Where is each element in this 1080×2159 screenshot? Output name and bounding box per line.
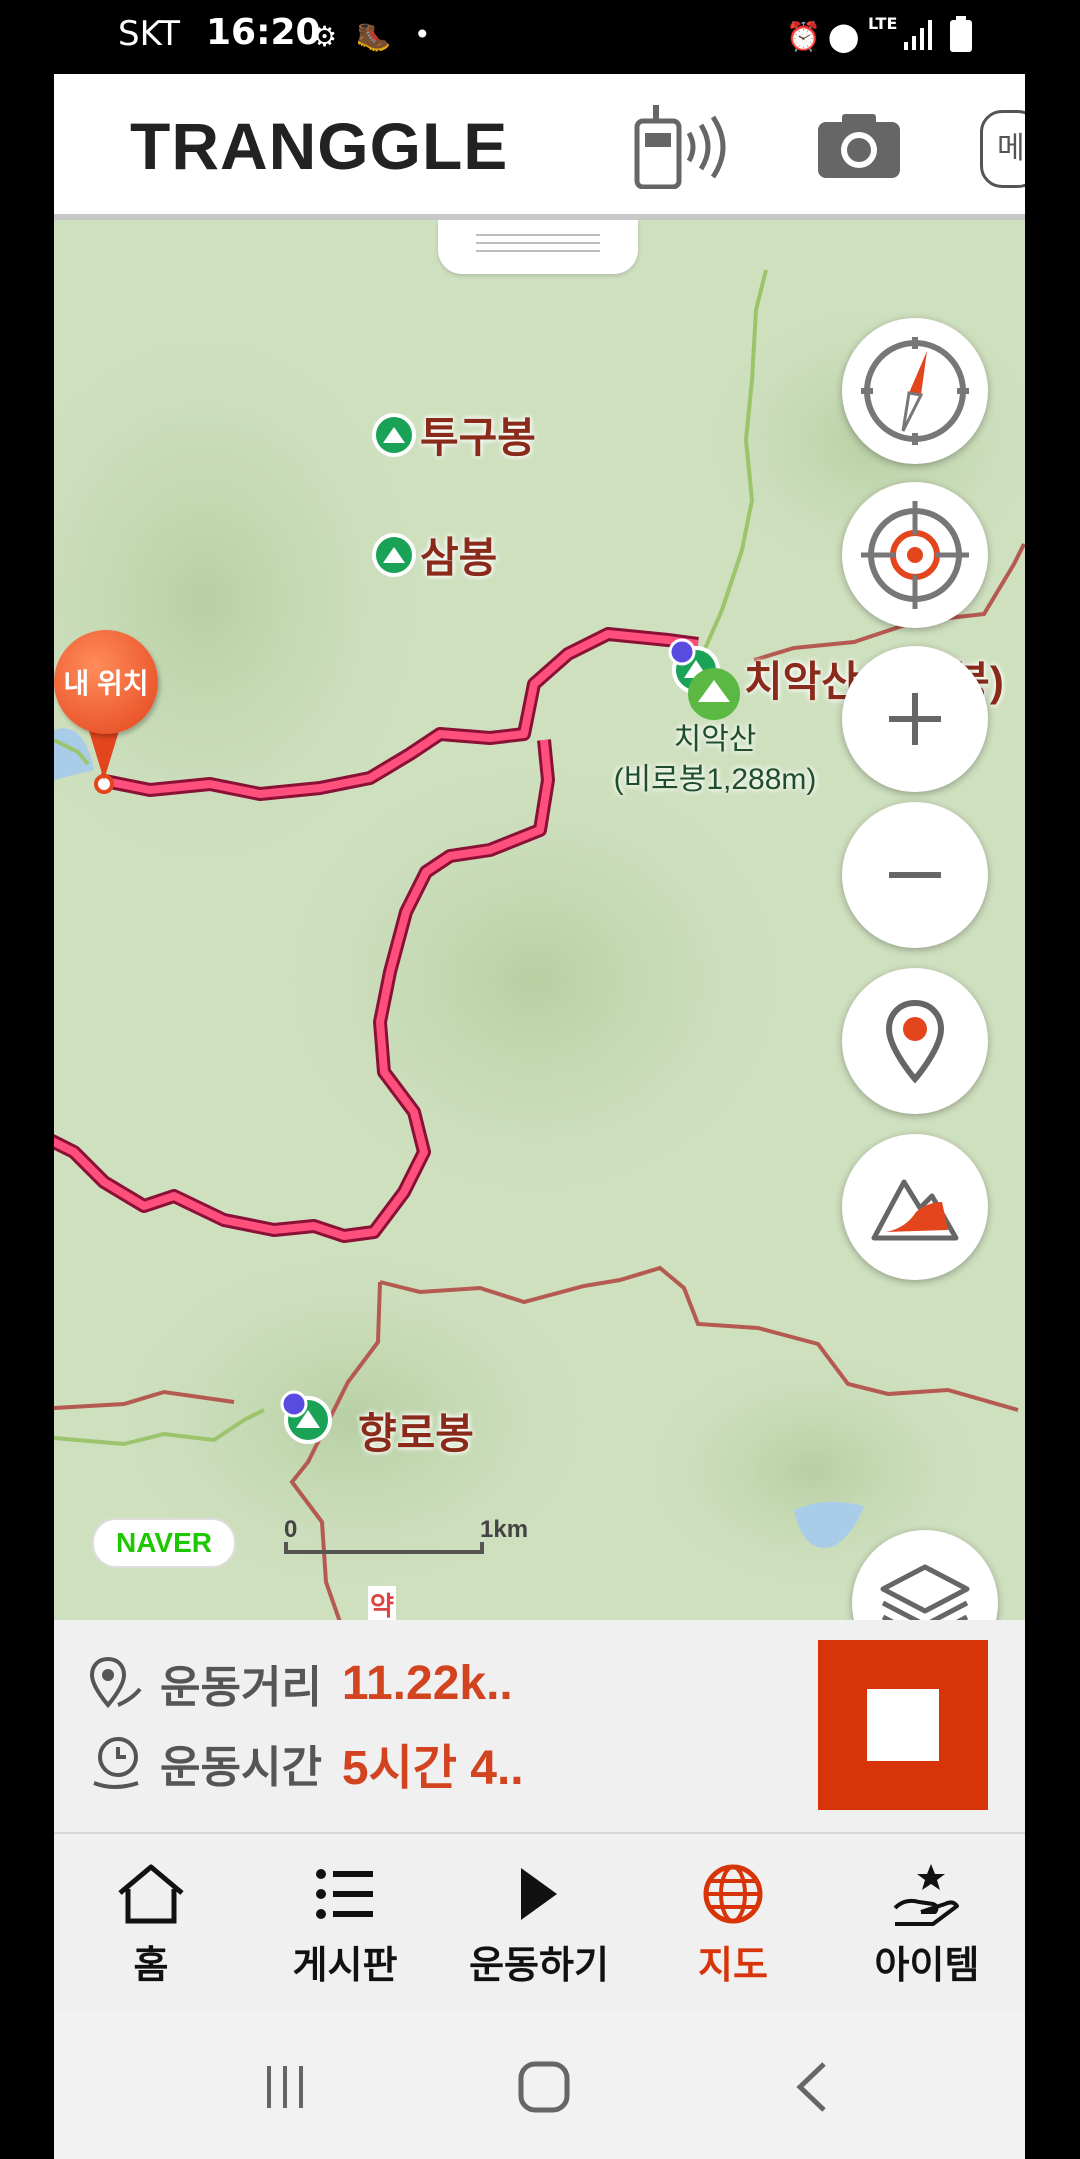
place-name: 향로봉 xyxy=(358,1410,474,1457)
back-button[interactable] xyxy=(772,2052,852,2122)
distance-icon xyxy=(89,1656,142,1709)
workout-stats-panel: 운동거리 11.22k.. 운동시간 5시간 4.. xyxy=(54,1620,1025,1834)
globe-icon xyxy=(703,1864,763,1924)
zoom-in-button[interactable] xyxy=(842,646,988,792)
elevation-profile-icon xyxy=(871,1179,959,1241)
recent-apps-icon xyxy=(267,2066,303,2108)
app-logo: TRANGGLE xyxy=(130,109,509,183)
zoom-in-icon xyxy=(889,693,941,745)
clock-pin-icon xyxy=(93,1737,139,1789)
clock: 16:20 xyxy=(206,12,321,53)
app-header: TRANGGLE 메 xyxy=(54,74,1025,220)
tab-items[interactable]: 아이템 xyxy=(830,1834,1024,2012)
tab-label: 게시판 xyxy=(292,1945,398,1987)
compass-icon xyxy=(861,337,969,445)
tab-map[interactable]: 지도 xyxy=(636,1834,830,2012)
system-nav-bar xyxy=(54,2012,1025,2159)
scale-end: 1km xyxy=(480,1516,529,1543)
map-drawer-handle[interactable] xyxy=(438,220,638,274)
tab-board[interactable]: 게시판 xyxy=(248,1834,442,2012)
time-row: 운동시간 5시간 4.. xyxy=(88,1728,524,1798)
place-label[interactable]: 투구봉 xyxy=(372,404,536,465)
tab-workout[interactable]: 운동하기 xyxy=(442,1834,636,2012)
mountain-icon xyxy=(372,532,416,577)
walkie-talkie-button[interactable] xyxy=(628,96,738,196)
home-nav-icon xyxy=(518,2061,570,2113)
peak-elevation: (비로봉1,288m) xyxy=(613,763,817,796)
camera-button[interactable] xyxy=(804,96,914,196)
status-bar: SKT 16:20 ⚙ 🥾 • ⏰ ⬤ LTE xyxy=(0,0,1080,74)
distance-label: 운동거리 xyxy=(160,1663,322,1712)
peak-elevation-label: 치악산 (비로봉1,288m) xyxy=(610,720,820,800)
locate-button[interactable] xyxy=(842,482,988,628)
map-view[interactable]: 투구봉 삼봉 치악산(비로봉) 치악산 (비로봉1,288m) 향로봉 약 내 … xyxy=(54,220,1025,1620)
alarm-icon: ⏰ xyxy=(786,20,821,53)
walkie-talkie-icon xyxy=(634,105,726,189)
carrier-name: SKT xyxy=(118,14,181,54)
bottom-tab-bar: 홈 게시판 운동하기 지도 아이템 xyxy=(54,1834,1025,2012)
tab-home[interactable]: 홈 xyxy=(54,1834,248,2012)
menu-button[interactable]: 메 xyxy=(980,110,1025,188)
home-icon xyxy=(118,1864,184,1924)
mountain-icon xyxy=(372,412,416,457)
camera-icon xyxy=(818,114,900,178)
trail-marker: 약 xyxy=(368,1586,396,1620)
stop-icon xyxy=(867,1689,939,1761)
tab-label: 운동하기 xyxy=(469,1945,609,1987)
home-nav-button[interactable] xyxy=(504,2052,584,2122)
compass-button[interactable] xyxy=(842,318,988,464)
signal-icon xyxy=(904,20,932,50)
marker-icon xyxy=(885,999,945,1083)
play-icon xyxy=(521,1868,557,1920)
marker-button[interactable] xyxy=(842,968,988,1114)
distance-row: 운동거리 11.22k.. xyxy=(88,1648,513,1718)
map-scale: 0 1km xyxy=(284,1516,528,1556)
zoom-out-button[interactable] xyxy=(842,802,988,948)
time-value: 5시간 4.. xyxy=(341,1742,524,1795)
dot-icon: • xyxy=(414,18,431,51)
naver-logo: NAVER xyxy=(92,1518,236,1568)
tab-label: 지도 xyxy=(698,1945,768,1987)
my-location-marker[interactable]: 내 위치 xyxy=(54,630,158,734)
scale-start: 0 xyxy=(284,1516,298,1543)
elevation-profile-button[interactable] xyxy=(842,1134,988,1280)
place-label[interactable]: 삼봉 xyxy=(372,524,497,585)
battery-icon xyxy=(950,16,972,52)
back-icon xyxy=(796,2062,826,2112)
list-icon xyxy=(316,1869,373,1919)
tab-label: 홈 xyxy=(133,1945,169,1987)
hiking-icon: 🥾 xyxy=(356,20,391,53)
location-icon: ⬤ xyxy=(828,20,860,53)
layers-icon xyxy=(880,1564,970,1620)
peak-name: 치악산 xyxy=(673,723,757,756)
distance-value: 11.22k.. xyxy=(341,1656,513,1710)
place-label[interactable]: 향로봉 xyxy=(358,1400,474,1461)
place-name: 삼봉 xyxy=(420,534,498,581)
zoom-out-icon xyxy=(889,872,941,878)
notification-icon: ⚙ xyxy=(312,20,338,53)
time-label: 운동시간 xyxy=(160,1743,322,1792)
app-frame: TRANGGLE 메 투구봉 삼봉 치악산 (비로봉1,288m) 향로봉 약 … xyxy=(54,74,1025,2159)
recent-apps-button[interactable] xyxy=(246,2052,326,2122)
tab-label: 아이템 xyxy=(874,1945,980,1987)
network-type: LTE xyxy=(868,14,898,33)
place-name: 투구봉 xyxy=(420,414,536,461)
locate-target-icon xyxy=(861,501,969,609)
hand-star-icon xyxy=(893,1864,959,1926)
stop-button[interactable] xyxy=(818,1640,988,1810)
